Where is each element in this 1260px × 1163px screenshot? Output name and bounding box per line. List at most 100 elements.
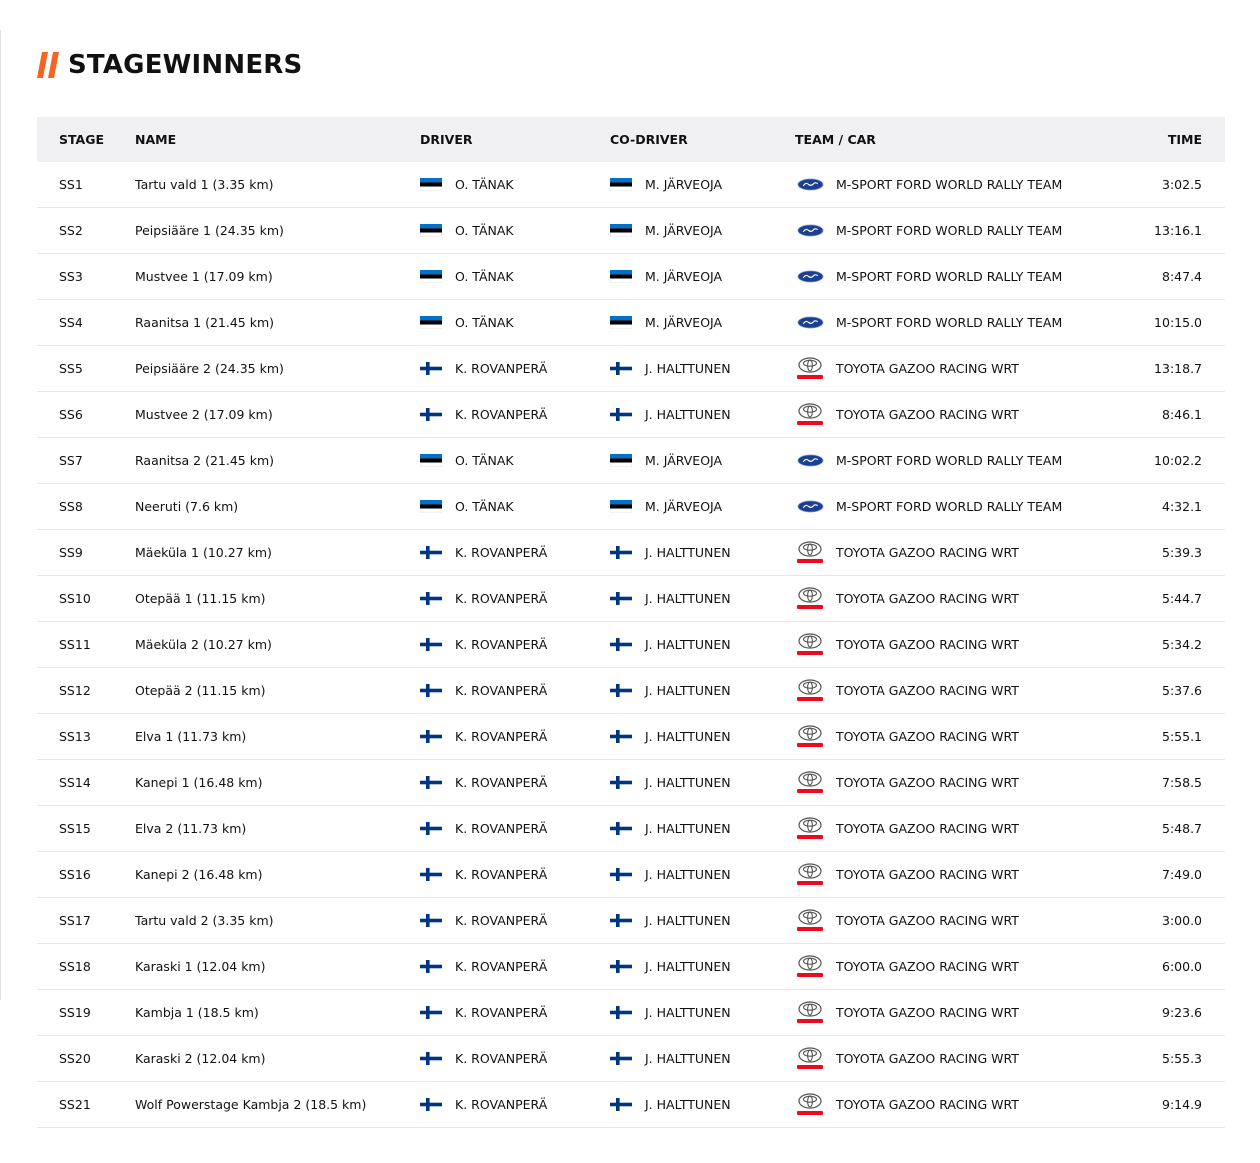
finland-flag-icon [610, 592, 632, 605]
stage-name-cell: Wolf Powerstage Kambja 2 (18.5 km) [135, 1097, 367, 1112]
driver-name: K. ROVANPERÄ [455, 867, 548, 882]
stagewinners-table: STAGE NAME DRIVER CO-DRIVER TEAM / CAR T… [37, 117, 1225, 1128]
finland-flag-icon [420, 408, 442, 421]
toyota-logo-icon [795, 586, 825, 611]
codriver-cell: J. HALTTUNEN [610, 821, 795, 836]
driver-name: O. TÄNAK [455, 269, 514, 284]
team-cell: M-SPORT FORD WORLD RALLY TEAM [795, 311, 1125, 335]
codriver-name: J. HALTTUNEN [645, 867, 731, 882]
stage-cell: SS15 [59, 821, 91, 836]
time-cell: 3:00.0 [1162, 913, 1202, 928]
driver-name: K. ROVANPERÄ [455, 729, 548, 744]
team-cell: TOYOTA GAZOO RACING WRT [795, 632, 1125, 657]
stage-name-cell: Peipsiääre 2 (24.35 km) [135, 361, 284, 376]
finland-flag-icon [610, 776, 632, 789]
finland-flag-icon [420, 684, 442, 697]
driver-cell: K. ROVANPERÄ [420, 637, 610, 652]
codriver-cell: J. HALTTUNEN [610, 1097, 795, 1112]
column-header-name: NAME [135, 132, 177, 147]
toyota-logo-icon [795, 954, 825, 979]
team-name: M-SPORT FORD WORLD RALLY TEAM [836, 315, 1063, 330]
stage-name-cell: Tartu vald 1 (3.35 km) [135, 177, 274, 192]
team-name: TOYOTA GAZOO RACING WRT [836, 1005, 1019, 1020]
team-name: TOYOTA GAZOO RACING WRT [836, 1051, 1019, 1066]
toyota-logo-icon [795, 816, 825, 841]
finland-flag-icon [420, 1052, 442, 1065]
driver-name: K. ROVANPERÄ [455, 1051, 548, 1066]
stage-cell: SS6 [59, 407, 83, 422]
toyota-logo-icon [795, 1046, 825, 1071]
finland-flag-icon [610, 730, 632, 743]
codriver-name: J. HALTTUNEN [645, 821, 731, 836]
team-name: TOYOTA GAZOO RACING WRT [836, 867, 1019, 882]
driver-cell: K. ROVANPERÄ [420, 867, 610, 882]
table-row: SS16 Kanepi 2 (16.48 km) K. ROVANPERÄ J. HA… [37, 852, 1225, 898]
codriver-name: J. HALTTUNEN [645, 361, 731, 376]
ford-logo-icon [795, 311, 825, 335]
toyota-logo-icon [795, 908, 825, 933]
team-cell: TOYOTA GAZOO RACING WRT [795, 1000, 1125, 1025]
codriver-cell: J. HALTTUNEN [610, 637, 795, 652]
driver-cell: K. ROVANPERÄ [420, 1005, 610, 1020]
estonia-flag-icon [610, 500, 632, 513]
codriver-cell: J. HALTTUNEN [610, 1005, 795, 1020]
time-cell: 8:46.1 [1162, 407, 1202, 422]
team-cell: M-SPORT FORD WORLD RALLY TEAM [795, 219, 1125, 243]
stage-cell: SS14 [59, 775, 91, 790]
toyota-logo-icon [795, 1000, 825, 1025]
table-row: SS18 Karaski 1 (12.04 km) K. ROVANPERÄ J. H… [37, 944, 1225, 990]
page-header: STAGEWINNERS [37, 50, 302, 80]
stage-cell: SS3 [59, 269, 83, 284]
codriver-name: J. HALTTUNEN [645, 775, 731, 790]
time-cell: 9:23.6 [1162, 1005, 1202, 1020]
team-name: TOYOTA GAZOO RACING WRT [836, 591, 1019, 606]
ford-logo-icon [795, 173, 825, 197]
driver-name: O. TÄNAK [455, 223, 514, 238]
driver-cell: K. ROVANPERÄ [420, 1097, 610, 1112]
driver-name: K. ROVANPERÄ [455, 1097, 548, 1112]
codriver-cell: J. HALTTUNEN [610, 775, 795, 790]
codriver-name: M. JÄRVEOJA [645, 177, 723, 192]
driver-name: K. ROVANPERÄ [455, 1005, 548, 1020]
toyota-logo-icon [795, 1092, 825, 1117]
toyota-logo-icon [795, 356, 825, 381]
stage-cell: SS19 [59, 1005, 91, 1020]
team-cell: TOYOTA GAZOO RACING WRT [795, 356, 1125, 381]
time-cell: 10:15.0 [1154, 315, 1202, 330]
codriver-name: J. HALTTUNEN [645, 591, 731, 606]
driver-name: K. ROVANPERÄ [455, 361, 548, 376]
finland-flag-icon [420, 638, 442, 651]
table-row: SS14 Kanepi 1 (16.48 km) K. ROVANPERÄ J. HA… [37, 760, 1225, 806]
time-cell: 6:00.0 [1162, 959, 1202, 974]
team-cell: TOYOTA GAZOO RACING WRT [795, 954, 1125, 979]
team-name: TOYOTA GAZOO RACING WRT [836, 913, 1019, 928]
table-row: SS1 Tartu vald 1 (3.35 km) O. TÄNAK M. JÄRV… [37, 162, 1225, 208]
stage-name-cell: Kambja 1 (18.5 km) [135, 1005, 259, 1020]
estonia-flag-icon [610, 270, 632, 283]
driver-name: O. TÄNAK [455, 499, 514, 514]
codriver-cell: J. HALTTUNEN [610, 545, 795, 560]
stage-cell: SS20 [59, 1051, 91, 1066]
time-cell: 5:37.6 [1162, 683, 1202, 698]
codriver-name: J. HALTTUNEN [645, 637, 731, 652]
team-name: TOYOTA GAZOO RACING WRT [836, 637, 1019, 652]
team-name: TOYOTA GAZOO RACING WRT [836, 729, 1019, 744]
ford-logo-icon [795, 219, 825, 243]
stage-cell: SS21 [59, 1097, 91, 1112]
toyota-logo-icon [795, 540, 825, 565]
time-cell: 7:58.5 [1162, 775, 1202, 790]
driver-cell: O. TÄNAK [420, 177, 610, 192]
driver-cell: O. TÄNAK [420, 223, 610, 238]
stage-cell: SS12 [59, 683, 91, 698]
stage-cell: SS9 [59, 545, 83, 560]
finland-flag-icon [610, 638, 632, 651]
team-cell: TOYOTA GAZOO RACING WRT [795, 1046, 1125, 1071]
driver-name: K. ROVANPERÄ [455, 545, 548, 560]
driver-cell: K. ROVANPERÄ [420, 683, 610, 698]
driver-name: K. ROVANPERÄ [455, 591, 548, 606]
driver-cell: O. TÄNAK [420, 315, 610, 330]
codriver-name: M. JÄRVEOJA [645, 223, 723, 238]
stage-cell: SS13 [59, 729, 91, 744]
driver-cell: O. TÄNAK [420, 453, 610, 468]
table-row: SS20 Karaski 2 (12.04 km) K. ROVANPERÄ J. H… [37, 1036, 1225, 1082]
